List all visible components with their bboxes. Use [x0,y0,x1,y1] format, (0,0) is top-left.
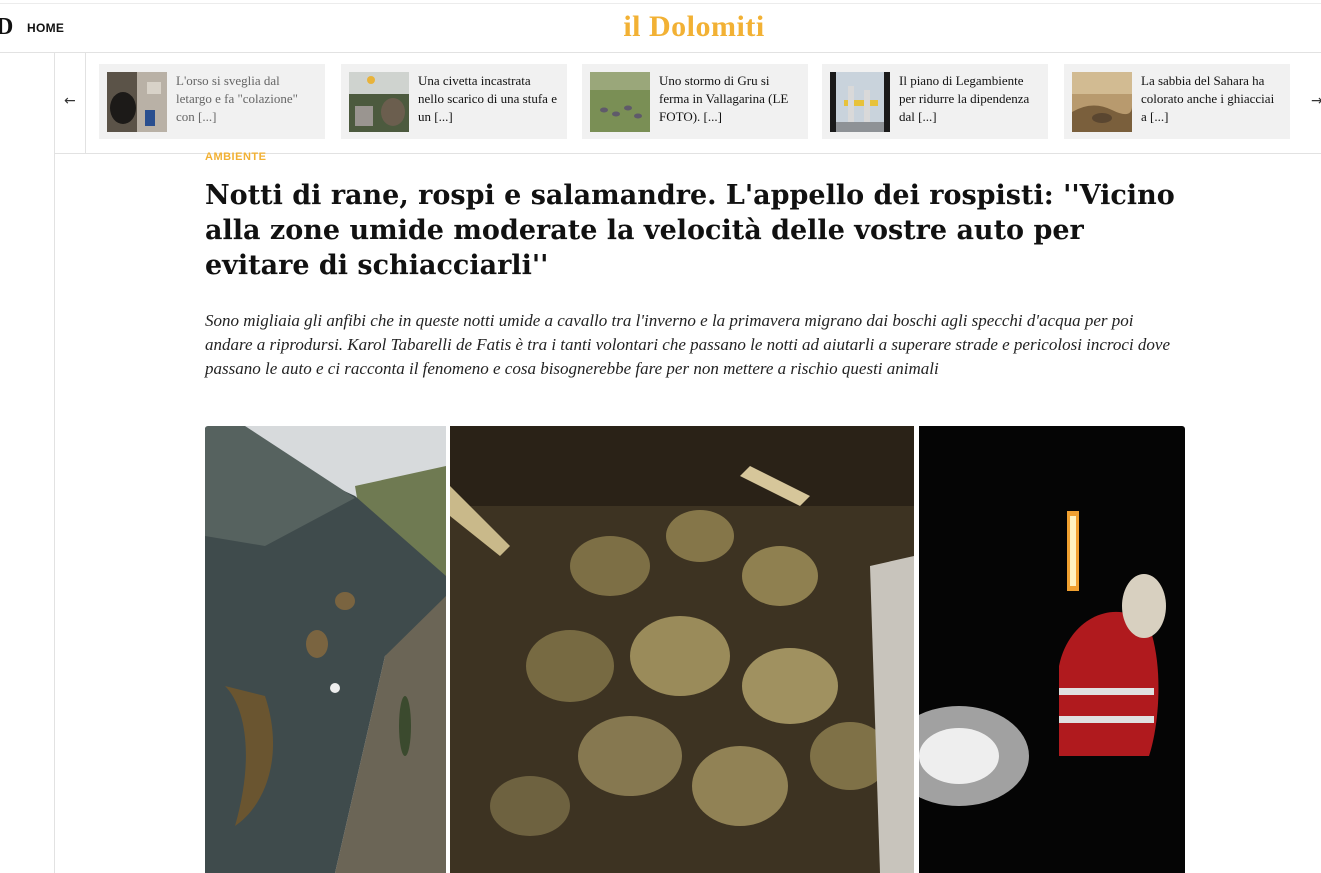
ticker-card-legambiente[interactable]: Il piano di Legambiente per ridurre la d… [822,64,1048,139]
ticker-thumb-sand[interactable] [1072,72,1132,132]
header-top-line [0,3,1321,4]
ticker-card-text[interactable]: Uno stormo di Gru si ferma in Vallagarin… [659,72,799,126]
ticker-thumb-cranes[interactable] [590,72,650,132]
news-ticker: ← → L'orso si sveglia dal letargo e fa "… [55,53,1321,154]
article-photo-toads [450,426,914,873]
left-gutter-divider [54,53,55,873]
site-logo[interactable]: il Dolomiti [0,10,1321,44]
ticker-thumb-owl[interactable] [349,72,409,132]
article-photo-barrier [205,426,446,873]
article-photo-gallery [205,426,1185,873]
site-header: D HOME il Dolomiti [0,0,1321,53]
arrow-right-icon[interactable]: → [1311,93,1321,109]
ticker-thumb-gas-plant[interactable] [830,72,890,132]
ticker-card-owl[interactable]: Una civetta incastrata nello scarico di … [341,64,567,139]
ticker-card-cranes[interactable]: Uno stormo di Gru si ferma in Vallagarin… [582,64,808,139]
ticker-card-text[interactable]: La sabbia del Sahara ha colorato anche i… [1141,72,1281,126]
ticker-card-bear[interactable]: L'orso si sveglia dal letargo e fa "cola… [99,64,325,139]
ticker-card-sahara[interactable]: La sabbia del Sahara ha colorato anche i… [1064,64,1290,139]
ticker-thumb-bear[interactable] [107,72,167,132]
ticker-card-text[interactable]: Il piano di Legambiente per ridurre la d… [899,72,1039,126]
article-title: Notti di rane, rospi e salamandre. L'app… [205,180,1175,281]
ticker-card-text[interactable]: L'orso si sveglia dal letargo e fa "cola… [176,72,316,126]
article-category[interactable]: AMBIENTE [205,151,266,163]
arrow-left-icon[interactable]: ← [64,93,76,109]
article-photo-volunteer [919,426,1185,873]
article-lead: Sono migliaia gli anfibi che in queste n… [205,311,1171,378]
ticker-card-text[interactable]: Una civetta incastrata nello scarico di … [418,72,558,126]
